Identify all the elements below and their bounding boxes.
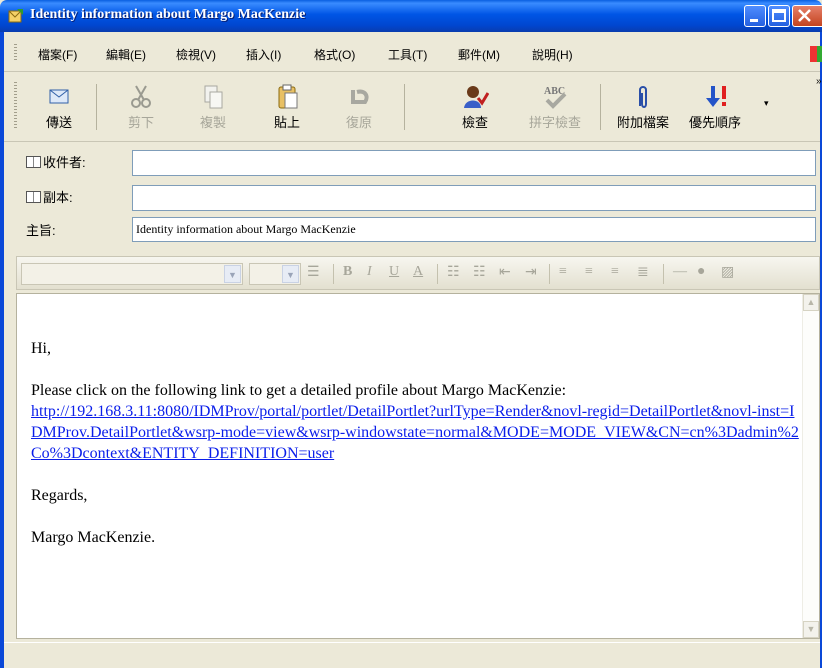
profile-link[interactable]: http://192.168.3.11:8080/IDMProv/portal/…: [31, 403, 799, 462]
menu-message[interactable]: 郵件(M): [458, 46, 500, 63]
undo-button[interactable]: 復原: [334, 76, 384, 138]
to-field[interactable]: [132, 150, 816, 176]
maximize-button[interactable]: [768, 5, 790, 27]
align-center-icon[interactable]: ≡: [585, 264, 593, 280]
greeting-text: Hi,: [31, 340, 51, 357]
attach-label: 附加檔案: [616, 115, 669, 130]
cut-button[interactable]: 剪下: [116, 76, 166, 138]
menu-file[interactable]: 檔案(F): [38, 46, 77, 63]
cc-field[interactable]: [132, 185, 816, 211]
windows-logo-icon: [810, 46, 822, 62]
closing-text: Regards,: [31, 487, 88, 504]
chevron-down-icon: ▼: [224, 265, 241, 283]
paste-label: 貼上: [273, 115, 300, 130]
send-button[interactable]: 傳送: [34, 76, 84, 138]
paste-icon: [278, 84, 298, 109]
copy-button[interactable]: 複製: [188, 76, 238, 138]
toolbar-separator: [96, 84, 97, 130]
toolbar-grip[interactable]: [14, 82, 17, 130]
address-book-icon: [26, 156, 41, 168]
undo-label: 復原: [345, 115, 372, 130]
priority-dropdown-icon[interactable]: ▾: [764, 98, 769, 109]
chevron-down-icon: ▼: [282, 265, 299, 283]
toolbar: 傳送 剪下 複製 貼上 復原 檢查 ABC 拼字檢查 附加檔案 優先順序 ▾ »: [4, 72, 822, 142]
minimize-button[interactable]: [744, 5, 766, 27]
format-separator: [437, 264, 438, 284]
close-button[interactable]: [792, 5, 822, 27]
to-label-button[interactable]: 收件者:: [26, 152, 86, 171]
priority-label: 優先順序: [688, 115, 741, 130]
justify-icon[interactable]: ≣: [637, 264, 649, 281]
align-left-icon[interactable]: ≡: [559, 264, 567, 280]
align-right-icon[interactable]: ≡: [611, 264, 619, 280]
menu-grip[interactable]: [14, 44, 17, 62]
message-body[interactable]: Hi, Please click on the following link t…: [16, 293, 820, 639]
format-separator: [333, 264, 334, 284]
paperclip-icon: [639, 86, 647, 108]
maximize-icon: [772, 9, 786, 22]
formatting-toolbar: ▼ ▼ ☰ B I U A ☷ ☷ ⇤ ⇥ ≡ ≡ ≡ ≣ — ● ▨: [16, 256, 820, 290]
bold-icon[interactable]: B: [343, 264, 352, 280]
check-names-button[interactable]: 檢查: [450, 76, 500, 138]
status-bar: [4, 642, 820, 668]
spelling-label: 拼字檢查: [528, 115, 581, 130]
message-window-icon: [8, 9, 23, 23]
toolbar-separator: [600, 84, 601, 130]
subject-field[interactable]: Identity information about Margo MacKenz…: [132, 217, 816, 242]
cut-label: 剪下: [127, 115, 154, 130]
menu-format[interactable]: 格式(O): [314, 46, 355, 63]
priority-icon: [706, 86, 726, 107]
undo-icon: [351, 89, 369, 104]
menu-bar: 檔案(F) 編輯(E) 檢視(V) 插入(I) 格式(O) 工具(T) 郵件(M…: [4, 32, 822, 72]
send-label: 傳送: [45, 115, 72, 130]
paste-button[interactable]: 貼上: [262, 76, 312, 138]
signature-text: Margo MacKenzie.: [31, 529, 156, 546]
check-names-icon: [464, 86, 489, 108]
check-names-label: 檢查: [461, 115, 488, 130]
toolbar-separator: [404, 84, 405, 130]
priority-button[interactable]: 優先順序: [684, 76, 746, 138]
address-book-icon: [26, 191, 41, 203]
menu-view[interactable]: 檢視(V): [176, 46, 216, 63]
menu-insert[interactable]: 插入(I): [246, 46, 281, 63]
paragraph-style-icon[interactable]: ☰: [307, 264, 320, 281]
send-icon: [49, 89, 69, 104]
toolbar-more-icon[interactable]: »: [816, 76, 822, 87]
attach-button[interactable]: 附加檔案: [610, 76, 676, 138]
bullet-list-icon[interactable]: ☷: [473, 264, 486, 281]
menu-edit[interactable]: 編輯(E): [106, 46, 146, 63]
scroll-up-icon[interactable]: ▲: [803, 294, 819, 311]
format-separator: [549, 264, 550, 284]
font-size-select[interactable]: ▼: [249, 263, 301, 285]
scissors-icon: [131, 85, 151, 108]
close-icon: [798, 9, 811, 22]
format-separator: [663, 264, 664, 284]
insert-picture-icon[interactable]: ▨: [721, 264, 734, 281]
vertical-scrollbar[interactable]: ▲ ▼: [802, 294, 819, 638]
spelling-button[interactable]: ABC 拼字檢查: [522, 76, 588, 138]
copy-icon: [204, 85, 223, 109]
message-text: Hi, Please click on the following link t…: [31, 338, 801, 569]
font-name-select[interactable]: ▼: [21, 263, 243, 285]
minimize-icon: [750, 19, 758, 22]
intro-text: Please click on the following link to ge…: [31, 382, 567, 399]
horizontal-line-icon[interactable]: —: [673, 264, 687, 280]
scroll-down-icon[interactable]: ▼: [803, 621, 819, 638]
menu-help[interactable]: 說明(H): [532, 46, 573, 63]
numbered-list-icon[interactable]: ☷: [447, 264, 460, 281]
cc-label-button[interactable]: 副本:: [26, 187, 73, 206]
decrease-indent-icon[interactable]: ⇤: [499, 264, 511, 281]
spelling-icon: ABC: [544, 86, 567, 109]
font-color-icon[interactable]: A: [413, 264, 423, 280]
underline-icon[interactable]: U: [389, 264, 399, 280]
italic-icon[interactable]: I: [367, 264, 372, 280]
increase-indent-icon[interactable]: ⇥: [525, 264, 537, 281]
hyperlink-icon[interactable]: ●: [697, 264, 705, 280]
title-bar[interactable]: Identity information about Margo MacKenz…: [0, 0, 822, 32]
window-title: Identity information about Margo MacKenz…: [30, 7, 306, 22]
subject-label: 主旨:: [26, 223, 56, 238]
menu-tools[interactable]: 工具(T): [388, 46, 427, 63]
copy-label: 複製: [199, 115, 226, 130]
